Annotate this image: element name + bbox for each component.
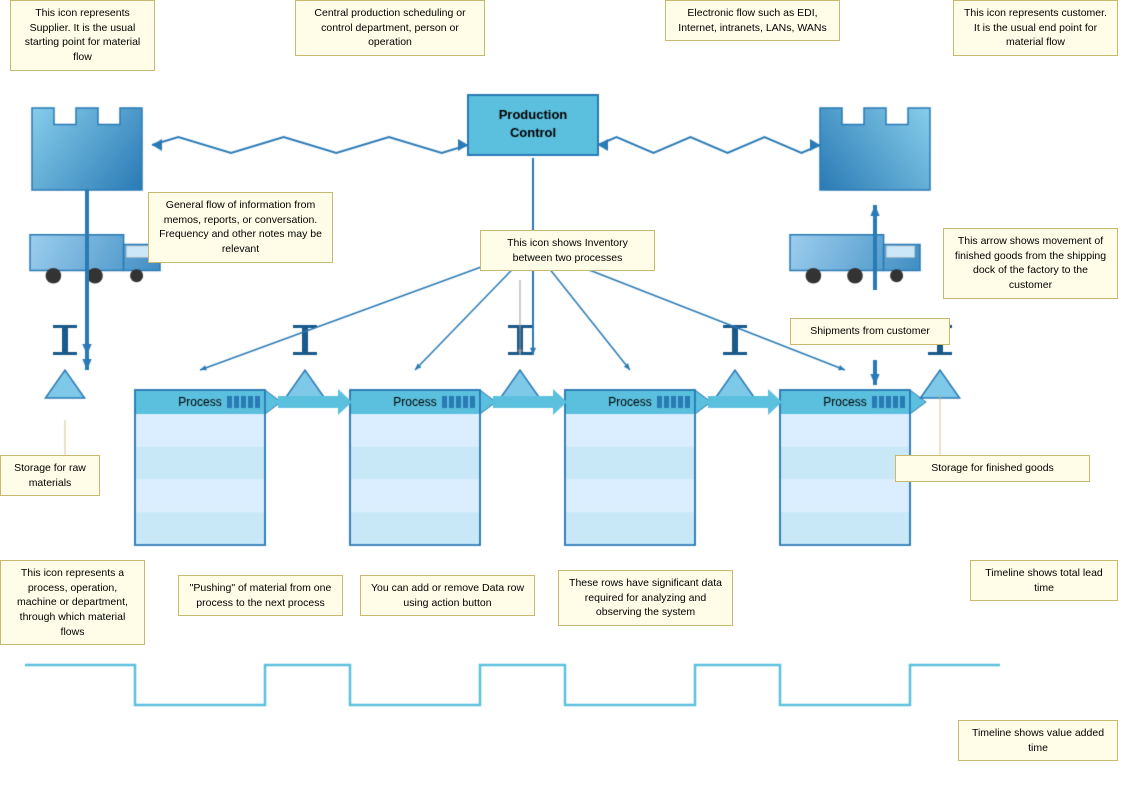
- electronic-callout: Electronic flow such as EDI, Internet, i…: [665, 0, 840, 41]
- diagram-container: This icon represents Supplier. It is the…: [0, 0, 1123, 794]
- info-flow-callout: General flow of information from memos, …: [148, 192, 333, 263]
- data-rows-callout: You can add or remove Data row using act…: [360, 575, 535, 616]
- customer-callout: This icon represents customer. It is the…: [953, 0, 1118, 56]
- finished-goods-callout: Storage for finished goods: [895, 455, 1090, 482]
- storage-raw-callout: Storage for raw materials: [0, 455, 100, 496]
- arrow-movement-callout: This arrow shows movement of finished go…: [943, 228, 1118, 299]
- timeline-value-callout: Timeline shows value added time: [958, 720, 1118, 761]
- process-icon-callout: This icon represents a process, operatio…: [0, 560, 145, 645]
- supplier-callout: This icon represents Supplier. It is the…: [10, 0, 155, 71]
- inventory-callout: This icon shows Inventory between two pr…: [480, 230, 655, 271]
- shipments-callout: Shipments from customer: [790, 318, 950, 345]
- pushing-callout: "Pushing" of material from one process t…: [178, 575, 343, 616]
- timeline-lead-callout: Timeline shows total lead time: [970, 560, 1118, 601]
- significant-data-callout: These rows have significant data require…: [558, 570, 733, 626]
- prod-control-callout: Central production scheduling or control…: [295, 0, 485, 56]
